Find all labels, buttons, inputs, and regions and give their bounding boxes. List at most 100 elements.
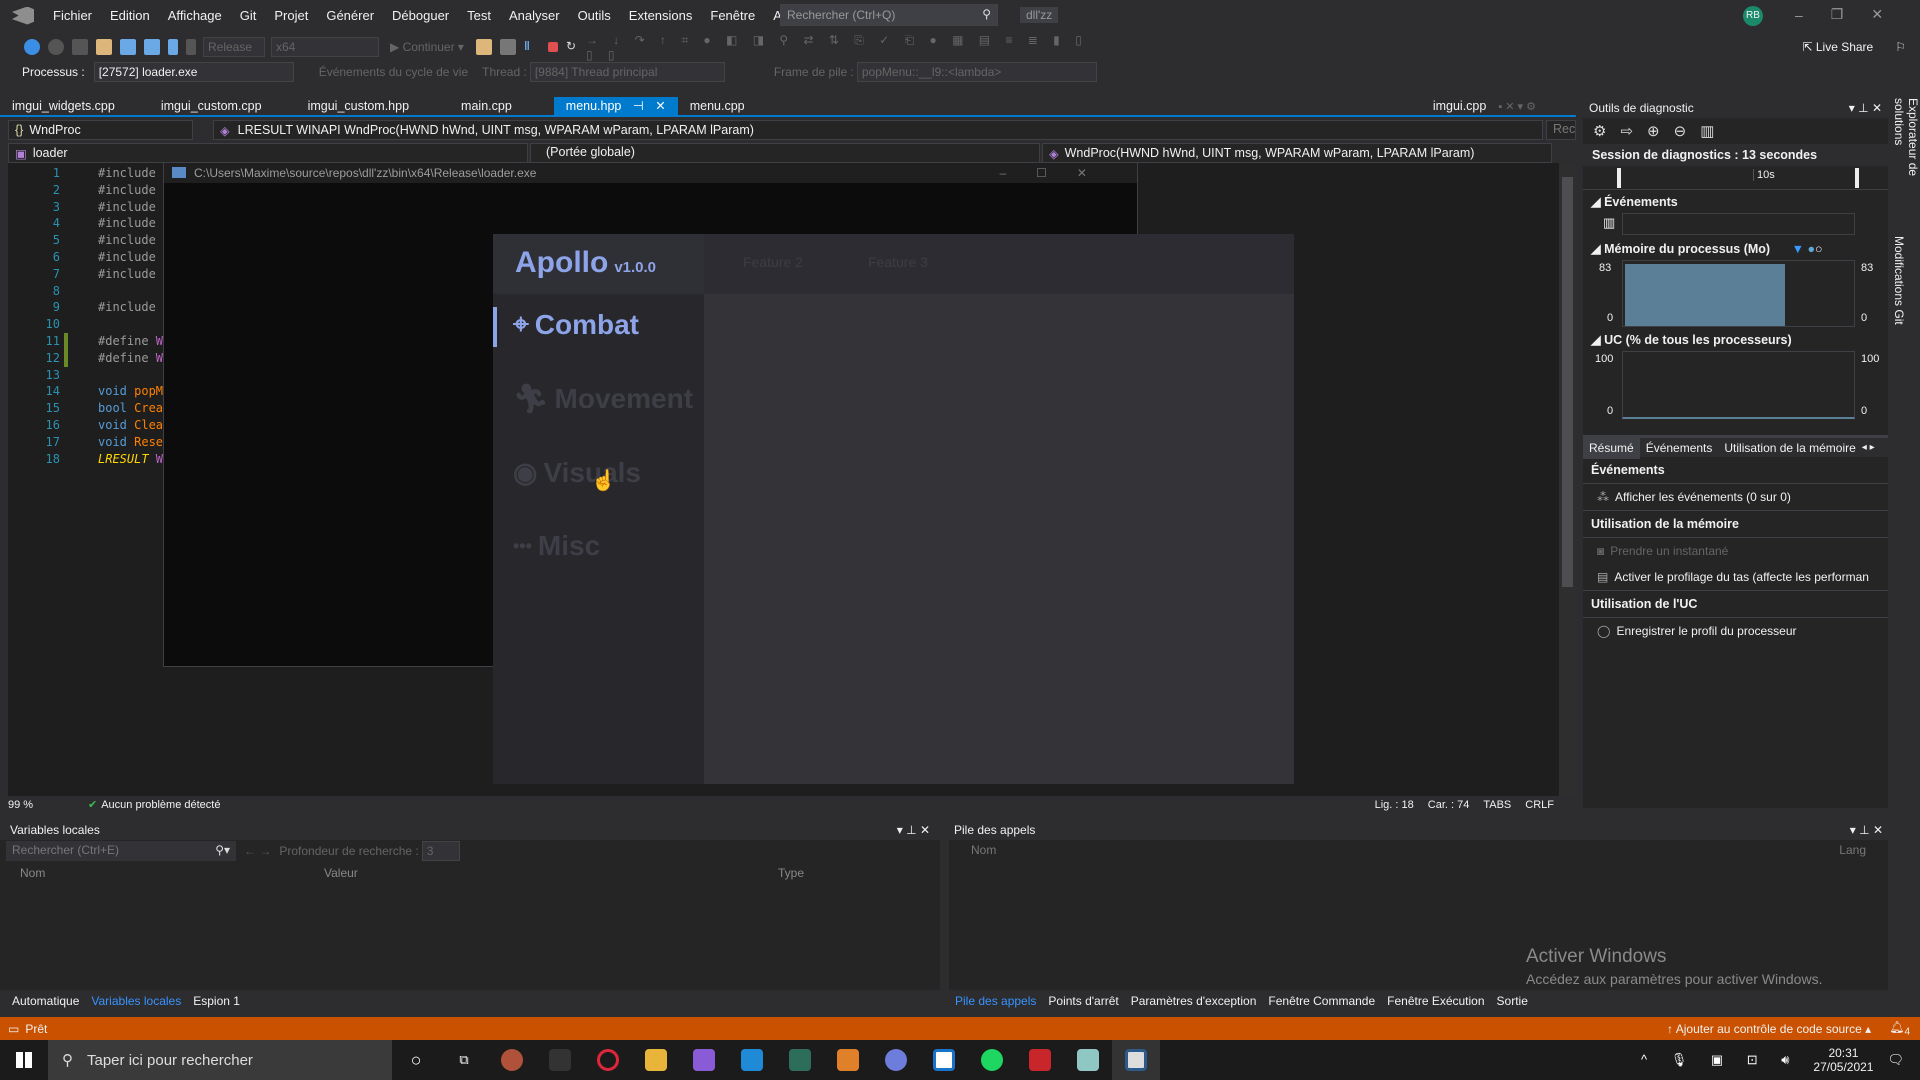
continue-button[interactable]: ▶ Continuer ▾	[390, 40, 464, 54]
configuration-dropdown[interactable]: Release	[203, 37, 265, 57]
col-type[interactable]: Type	[778, 866, 804, 880]
tab-events[interactable]: Événements	[1640, 437, 1719, 459]
code-text[interactable]: #include	[98, 215, 156, 232]
discord-icon[interactable]	[872, 1040, 920, 1080]
tab-imgui-custom-cpp[interactable]: imgui_custom.cpp	[149, 97, 274, 116]
console-titlebar[interactable]: C:\Users\Maxime\source\repos\dll'zz\bin\…	[164, 163, 1137, 183]
taskbar-search-input[interactable]: ⚲ Taper ici pour rechercher	[48, 1040, 392, 1080]
member-dropdown[interactable]: ◈ WndProc(HWND hWnd, UINT msg, WPARAM wPa…	[1042, 143, 1552, 163]
file-explorer-icon[interactable]	[632, 1040, 680, 1080]
redo-icon[interactable]	[186, 39, 196, 55]
tab-overflow-icon[interactable]: ▪ ✕ ▾ ⚙	[1498, 100, 1536, 113]
opera-icon[interactable]	[584, 1040, 632, 1080]
menu-fenetre[interactable]: Fenêtre	[701, 8, 764, 23]
open-file-icon[interactable]	[96, 39, 112, 55]
process-icon[interactable]	[475, 39, 492, 55]
zoom-out-icon[interactable]: ⊖	[1674, 122, 1687, 140]
settings-icon[interactable]: ⚙	[1593, 122, 1606, 140]
code-text[interactable]: void popM	[98, 383, 163, 400]
close-tab-icon[interactable]: ✕	[655, 99, 665, 113]
take-snapshot-link[interactable]: ◙ Prendre un instantané	[1583, 538, 1888, 564]
col-language[interactable]: Lang	[1839, 843, 1866, 857]
windows-start-icon[interactable]	[0, 1040, 48, 1080]
action-center-icon[interactable]: 🗨︎	[1887, 1052, 1904, 1068]
tab-imgui-custom-hpp[interactable]: imgui_custom.hpp	[296, 97, 421, 116]
menu-affichage[interactable]: Affichage	[159, 8, 231, 23]
menu-edition[interactable]: Edition	[101, 8, 159, 23]
undo-icon[interactable]	[168, 39, 178, 55]
code-text[interactable]: bool Crea	[98, 400, 163, 417]
nav-misc[interactable]: ••• Misc	[513, 530, 600, 562]
task-view-icon[interactable]: ⧉	[440, 1040, 488, 1080]
tab-breakpoints[interactable]: Points d'arrêt	[1042, 990, 1124, 1012]
tab-menu-hpp[interactable]: menu.hpp ⊣ ✕	[553, 97, 678, 116]
events-section[interactable]: ◢ Événements	[1583, 190, 1888, 213]
menu-fichier[interactable]: Fichier	[44, 8, 101, 23]
system-tray-icons[interactable]: ^ 🎙︎ ▣ ⊡ 🔊︎	[1641, 1052, 1799, 1068]
minimize-button[interactable]: –	[1795, 7, 1803, 23]
feature-3-tab[interactable]: Feature 3	[868, 254, 928, 270]
feature-2-tab[interactable]: Feature 2	[743, 254, 803, 270]
menu-projet[interactable]: Projet	[265, 8, 317, 23]
menu-extensions[interactable]: Extensions	[620, 8, 702, 23]
side-tab-solution-explorer[interactable]: Explorateur de solutions	[1892, 98, 1920, 226]
feedback-icon[interactable]: ⚐	[1895, 40, 1906, 54]
pause-icon[interactable]: ▥	[1603, 215, 1615, 231]
tab-command-window[interactable]: Fenêtre Commande	[1262, 990, 1381, 1012]
code-text[interactable]: #include	[98, 182, 156, 199]
restart-icon[interactable]: ↻	[566, 39, 582, 55]
app-icon-6[interactable]	[1064, 1040, 1112, 1080]
editor-scrollbar[interactable]	[1559, 163, 1576, 796]
record-cpu-link[interactable]: ◯ Enregistrer le profil du processeur	[1583, 618, 1888, 644]
tab-call-stack[interactable]: Pile des appels	[949, 990, 1043, 1012]
show-events-link[interactable]: ⁂ Afficher les événements (0 sur 0)	[1583, 484, 1888, 511]
tab-imgui-widgets[interactable]: imgui_widgets.cpp	[0, 97, 127, 116]
col-name[interactable]: Nom	[20, 866, 324, 880]
problems-status[interactable]: Aucun problème détecté	[101, 799, 220, 811]
cpu-section[interactable]: ◢ UC (% de tous les processeurs)	[1583, 328, 1888, 351]
code-text[interactable]: void Rese	[98, 434, 163, 451]
zoom-in-icon[interactable]: ⊕	[1647, 122, 1660, 140]
stack-frame-dropdown[interactable]: popMenu::__l9::<lambda>	[856, 62, 1097, 82]
tab-memory-usage[interactable]: Utilisation de la mémoire	[1718, 437, 1861, 459]
code-text[interactable]: #define W	[98, 333, 163, 350]
restore-button[interactable]: ❐	[1831, 6, 1844, 23]
tab-exception-settings[interactable]: Paramètres d'exception	[1125, 990, 1263, 1012]
avatar[interactable]: RB	[1743, 6, 1763, 26]
memory-section[interactable]: ◢ Mémoire du processus (Mo) ▼ ●○	[1583, 237, 1888, 260]
app-icon-5[interactable]	[920, 1040, 968, 1080]
heap-profiling-link[interactable]: ▤ Activer le profilage du tas (affecte le…	[1583, 564, 1888, 591]
pause-icon[interactable]: ‖	[524, 39, 540, 55]
export-icon[interactable]: ⇨	[1620, 122, 1633, 140]
tab-menu-cpp[interactable]: menu.cpp	[678, 97, 757, 116]
code-text[interactable]: void Clea	[98, 417, 163, 434]
nav-visuals[interactable]: ◉ Visuals	[513, 456, 641, 489]
menu-test[interactable]: Test	[458, 8, 500, 23]
code-text[interactable]: #include	[98, 232, 156, 249]
project-dropdown[interactable]: ▣ loader	[8, 143, 528, 163]
vscode-icon[interactable]	[728, 1040, 776, 1080]
console-app-icon[interactable]	[1112, 1040, 1160, 1080]
menu-analyser[interactable]: Analyser	[500, 8, 569, 23]
line-ending[interactable]: CRLF	[1525, 799, 1554, 811]
col-value[interactable]: Valeur	[324, 866, 778, 880]
callstack-panel-controls[interactable]: ▾ ⊥ ✕	[1850, 823, 1883, 837]
search-short[interactable]: Reche	[1546, 120, 1576, 140]
global-scope-dropdown[interactable]: (Portée globale)	[530, 143, 1040, 163]
tab-main[interactable]: main.cpp	[449, 97, 524, 116]
save-icon[interactable]	[120, 39, 136, 55]
code-text[interactable]: #include	[98, 266, 156, 283]
stop-icon[interactable]	[547, 42, 558, 52]
indent-mode[interactable]: TABS	[1483, 799, 1511, 811]
global-search-input[interactable]: Rechercher (Ctrl+Q) ⚲	[780, 4, 998, 26]
depth-dropdown[interactable]: 3	[421, 841, 460, 861]
back-icon[interactable]	[24, 39, 40, 55]
signature-dropdown[interactable]: ◈ LRESULT WINAPI WndProc(HWND hWnd, UINT …	[213, 120, 1543, 140]
locals-panel-controls[interactable]: ▾ ⊥ ✕	[897, 823, 930, 837]
voicemeeter-icon[interactable]	[1016, 1040, 1064, 1080]
menu-git[interactable]: Git	[231, 8, 266, 23]
menu-deboguer[interactable]: Déboguer	[383, 8, 458, 23]
locals-search-input[interactable]: Rechercher (Ctrl+E) ⚲▾	[6, 841, 236, 861]
notifications-icon[interactable]: 🔔︎4	[1889, 1020, 1910, 1037]
lifecycle-events-button[interactable]: Événements du cycle de vie	[319, 65, 468, 79]
